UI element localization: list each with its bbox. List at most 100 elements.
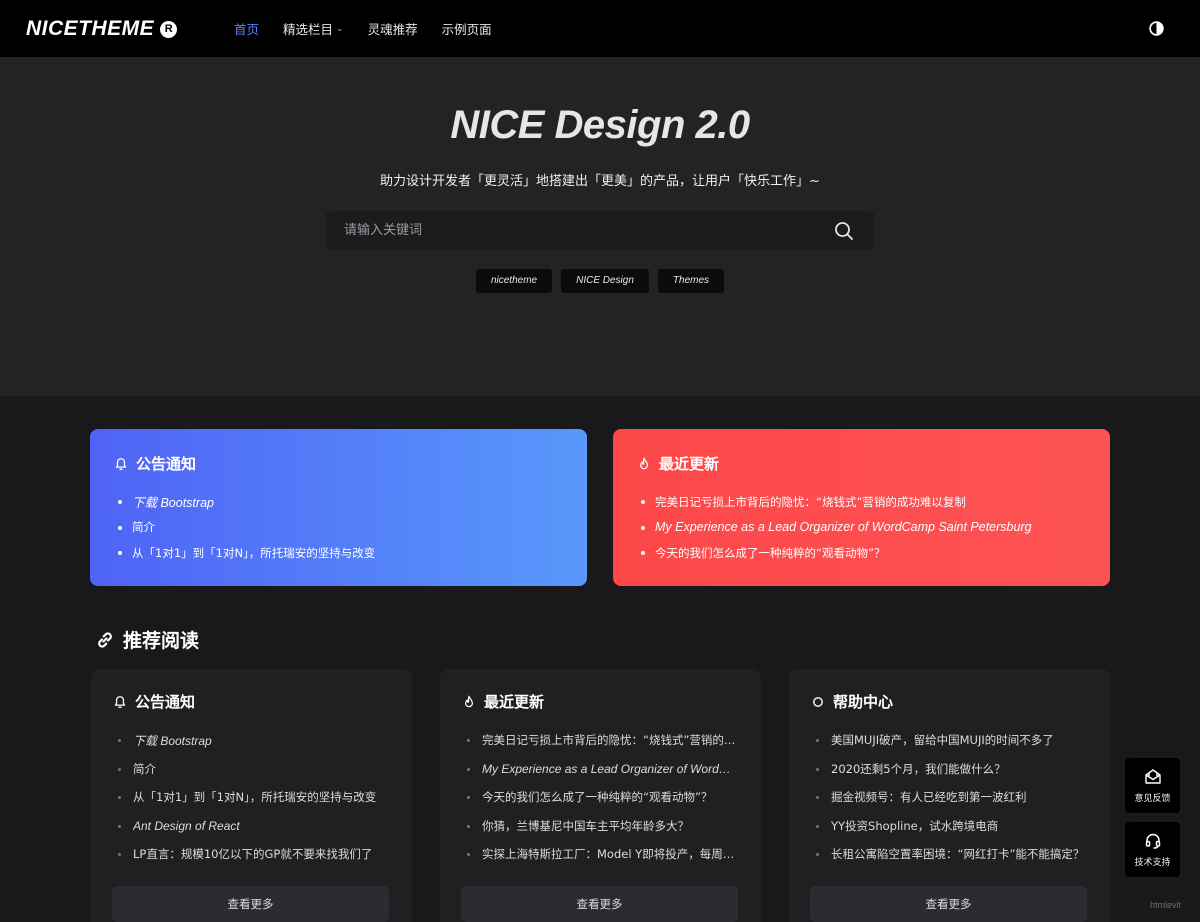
logo[interactable]: NICETHEME R — [26, 17, 178, 41]
list-item[interactable]: 从「1对1」到「1对N」，所托瑞安的坚持与改变 — [113, 783, 390, 812]
registered-mark: R — [160, 20, 178, 38]
list-item[interactable]: 你猜，兰博基尼中国车主平均年龄多大？ — [462, 812, 739, 841]
card-header: 最近更新 — [462, 691, 739, 712]
list-item-text: 2020还剩5个月，我们能做什么？ — [831, 761, 1006, 776]
card-header: 公告通知 — [113, 691, 390, 712]
support-label: 技术支持 — [1134, 857, 1171, 868]
nav-item-label: 示例页面 — [441, 22, 492, 37]
nav-item-home[interactable]: 首页 — [234, 19, 259, 38]
list-item[interactable]: LP直言：规模10亿以下的GP就不要来找我们了 — [113, 840, 390, 869]
bell-icon — [115, 457, 127, 470]
view-more-button[interactable]: 查看更多 — [112, 886, 389, 922]
list-item[interactable]: YY投资Shopline，试水跨境电商 — [811, 812, 1088, 841]
card-updates: 最近更新 完美日记亏损上市背后的隐忧：“烧钱式”营销的成功难以复制 My Exp… — [440, 669, 761, 922]
banner-notices: 公告通知 下载 Bootstrap 简介 从「1对1」到「1对N」，所托瑞安的坚… — [90, 429, 587, 586]
card-title: 最近更新 — [484, 693, 545, 711]
list-item[interactable]: 今天的我们怎么成了一种纯粹的“观看动物”？ — [462, 783, 739, 812]
list-item[interactable]: 完美日记亏损上市背后的隐忧：“烧钱式”营销的成功难以复制 — [637, 489, 1086, 515]
list-item-text: 完美日记亏损上市背后的隐忧：“烧钱式”营销的成功难以复制 — [482, 733, 739, 748]
hero-section: NICE Design 2.0 助力设计开发者「更灵活」地搭建出「更美」的产品，… — [0, 57, 1200, 396]
hero-title: NICE Design 2.0 — [450, 103, 750, 147]
list-item-text: 从「1对1」到「1对N」，所托瑞安的坚持与改变 — [132, 545, 376, 560]
view-more-button[interactable]: 查看更多 — [461, 886, 738, 922]
nav-item-label: 首页 — [234, 22, 260, 37]
link-icon — [98, 631, 112, 648]
banner-list: 下载 Bootstrap 简介 从「1对1」到「1对N」，所托瑞安的坚持与改变 — [114, 489, 563, 566]
list-item-text: 简介 — [132, 520, 155, 535]
list-item[interactable]: 掘金视频号：有人已经吃到第一波红利 — [811, 783, 1088, 812]
list-item[interactable]: 简介 — [113, 755, 390, 784]
list-item[interactable]: 长租公寓陷空置率困境：“网红打卡”能不能搞定？ — [811, 840, 1088, 869]
list-item-text: 下载 Bootstrap — [132, 496, 214, 511]
banner-updates: 最近更新 完美日记亏损上市背后的隐忧：“烧钱式”营销的成功难以复制 My Exp… — [613, 429, 1110, 586]
card-title: 帮助中心 — [833, 693, 894, 711]
list-item[interactable]: 实探上海特斯拉工厂：Model Y即将投产，每周200名应届生入职 — [462, 840, 739, 869]
card-list: 下载 Bootstrap 简介 从「1对1」到「1对N」，所托瑞安的坚持与改变 … — [113, 726, 390, 869]
list-item-text: 掘金视频号：有人已经吃到第一波红利 — [831, 790, 1027, 805]
list-item-text: My Experience as a Lead Organizer of Wor… — [482, 761, 739, 776]
list-item[interactable]: 完美日记亏损上市背后的隐忧：“烧钱式”营销的成功难以复制 — [462, 726, 739, 755]
list-item-text: 简介 — [133, 761, 156, 776]
logo-text: NICETHEME — [26, 17, 155, 40]
list-item[interactable]: 下载 Bootstrap — [113, 726, 390, 755]
list-item[interactable]: 2020还剩5个月，我们能做什么？ — [811, 755, 1088, 784]
card-header: 帮助中心 — [811, 691, 1088, 712]
list-item-text: 你猜，兰博基尼中国车主平均年龄多大？ — [482, 818, 689, 833]
hero-subtitle: 助力设计开发者「更灵活」地搭建出「更美」的产品，让用户「快乐工作」~ — [380, 174, 820, 189]
list-item-text: 从「1对1」到「1对N」，所托瑞安的坚持与改变 — [133, 790, 377, 805]
feedback-button[interactable]: 意见反馈 — [1125, 758, 1180, 813]
card-title: 公告通知 — [135, 693, 196, 711]
list-item[interactable]: My Experience as a Lead Organizer of Wor… — [462, 755, 739, 784]
list-item-text: 长租公寓陷空置率困境：“网红打卡”能不能搞定？ — [831, 847, 1085, 862]
feedback-label: 意见反馈 — [1134, 793, 1171, 804]
list-item-text: 实探上海特斯拉工厂：Model Y即将投产，每周200名应届生入职 — [482, 847, 739, 862]
watermark: htmlevit — [1150, 900, 1182, 910]
list-item[interactable]: My Experience as a Lead Organizer of Wor… — [637, 515, 1086, 541]
card-list: 美国MUJI破产，留给中国MUJI的时间不多了 2020还剩5个月，我们能做什么… — [811, 726, 1088, 869]
banner-header: 公告通知 — [114, 453, 563, 474]
flame-icon — [640, 457, 648, 469]
headset-icon — [1145, 833, 1160, 849]
card-notices: 公告通知 下载 Bootstrap 简介 从「1对1」到「1对N」，所托瑞安的坚… — [91, 669, 412, 922]
search-icon[interactable] — [834, 221, 854, 241]
circle-icon — [813, 696, 823, 707]
list-item[interactable]: 简介 — [114, 515, 563, 541]
top-navbar: NICETHEME R 首页 精选栏目 ⌄ 灵魂推荐 示例页面 — [0, 0, 1200, 57]
chevron-down-icon: ⌄ — [336, 23, 344, 34]
nav-item-examples[interactable]: 示例页面 — [442, 19, 492, 38]
list-item-text: YY投资Shopline，试水跨境电商 — [831, 818, 999, 833]
list-item-text: 完美日记亏损上市背后的隐忧：“烧钱式”营销的成功难以复制 — [655, 494, 966, 509]
nav-item-featured[interactable]: 精选栏目 ⌄ — [283, 19, 344, 38]
section-title-text: 推荐阅读 — [123, 630, 200, 652]
nav-item-recommend[interactable]: 灵魂推荐 — [368, 19, 418, 38]
list-item-text: LP直言：规模10亿以下的GP就不要来找我们了 — [133, 847, 373, 862]
main-nav: 首页 精选栏目 ⌄ 灵魂推荐 示例页面 — [234, 0, 516, 57]
tag-list: nicetheme NICE Design Themes — [0, 269, 1200, 293]
list-item[interactable]: 美国MUJI破产，留给中国MUJI的时间不多了 — [811, 726, 1088, 755]
bell-icon — [114, 695, 126, 708]
tag-nicetheme[interactable]: nicetheme — [475, 269, 553, 293]
list-item-text: 美国MUJI破产，留给中国MUJI的时间不多了 — [831, 733, 1054, 748]
list-item[interactable]: 从「1对1」到「1对N」，所托瑞安的坚持与改变 — [114, 540, 563, 566]
banner-title: 最近更新 — [659, 455, 720, 473]
tag-themes[interactable]: Themes — [657, 269, 725, 293]
banner-header: 最近更新 — [637, 453, 1086, 474]
tag-nice-design[interactable]: NICE Design — [561, 269, 649, 293]
list-item-text: 今天的我们怎么成了一种纯粹的“观看动物”？ — [655, 545, 886, 560]
contrast-icon[interactable] — [1148, 20, 1165, 37]
card-list: 完美日记亏损上市背后的隐忧：“烧钱式”营销的成功难以复制 My Experien… — [462, 726, 739, 869]
support-button[interactable]: 技术支持 — [1125, 822, 1180, 877]
view-more-button[interactable]: 查看更多 — [810, 886, 1087, 922]
list-item[interactable]: 下载 Bootstrap — [114, 489, 563, 515]
list-item[interactable]: 今天的我们怎么成了一种纯粹的“观看动物”？ — [637, 540, 1086, 566]
list-item[interactable]: Ant Design of React — [113, 812, 390, 841]
list-item-text: Ant Design of React — [133, 818, 240, 833]
list-item-text: 下载 Bootstrap — [133, 733, 212, 748]
feedback-icon — [1144, 768, 1161, 784]
search-input[interactable] — [326, 211, 834, 250]
list-item-text: 今天的我们怎么成了一种纯粹的“观看动物”？ — [482, 790, 713, 805]
banner-list: 完美日记亏损上市背后的隐忧：“烧钱式”营销的成功难以复制 My Experien… — [637, 489, 1086, 566]
section-title: 推荐阅读 — [95, 626, 199, 653]
nav-item-label: 灵魂推荐 — [367, 22, 418, 37]
banner-title: 公告通知 — [136, 455, 197, 473]
